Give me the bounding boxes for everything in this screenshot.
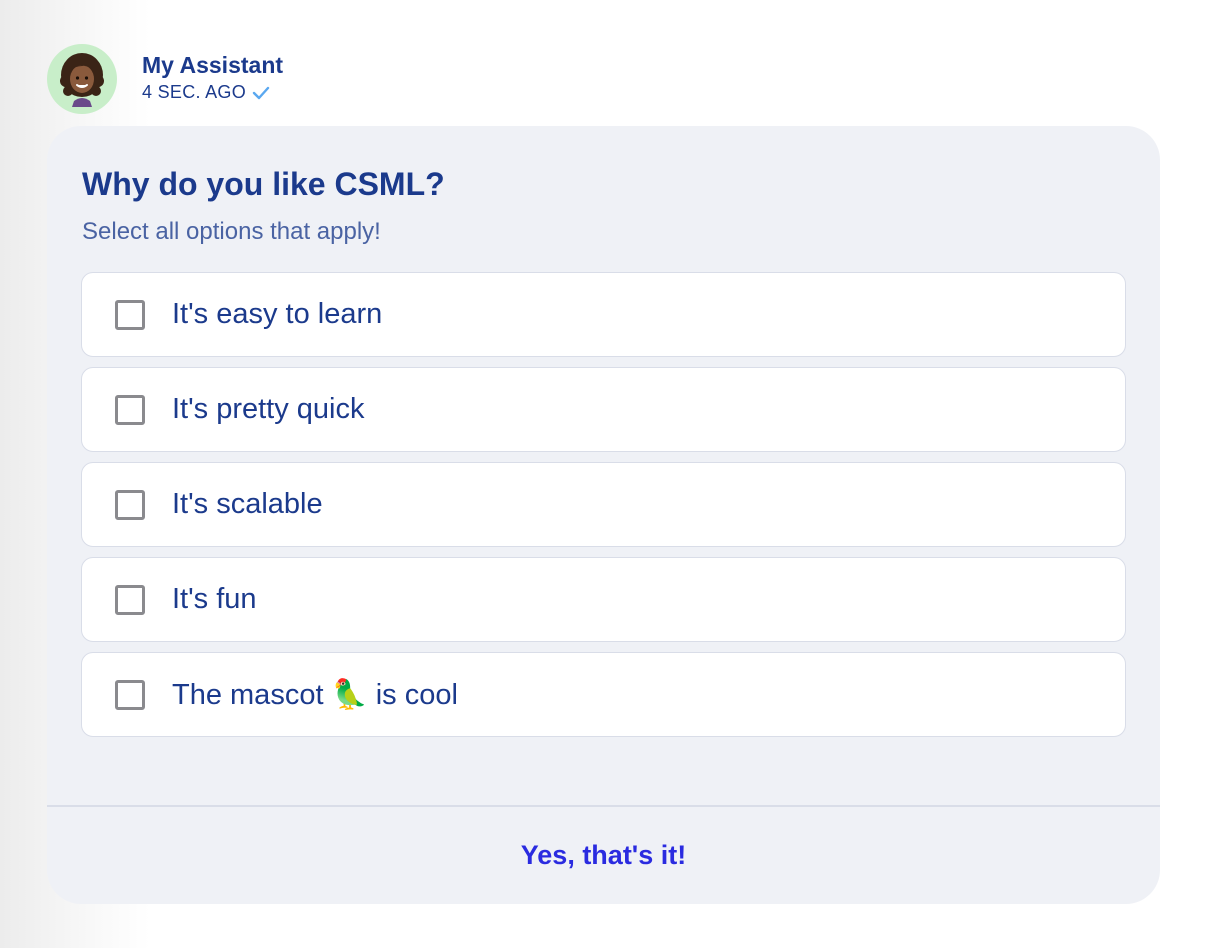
sender-name: My Assistant (142, 52, 284, 78)
message-timestamp: 4 SEC. AGO (142, 82, 283, 103)
checkbox[interactable] (115, 299, 145, 330)
option-label: It's fun (172, 583, 257, 615)
question-subtitle: Select all options that apply! (82, 218, 381, 245)
option-scalable[interactable]: It's scalable (81, 462, 1126, 547)
option-pretty-quick[interactable]: It's pretty quick (81, 367, 1126, 452)
check-icon (252, 86, 270, 99)
option-fun[interactable]: It's fun (81, 557, 1126, 642)
option-easy-to-learn[interactable]: It's easy to learn (81, 272, 1126, 357)
option-label: The mascot 🦜 is cool (172, 678, 458, 711)
timestamp-text: 4 SEC. AGO (142, 82, 247, 102)
option-mascot-cool[interactable]: The mascot 🦜 is cool (81, 652, 1126, 737)
submit-button[interactable]: Yes, that's it! (47, 807, 1160, 904)
avatar (47, 44, 117, 114)
option-label: It's pretty quick (172, 393, 365, 425)
question-card: Why do you like CSML? Select all options… (47, 126, 1160, 904)
question-title: Why do you like CSML? (82, 166, 445, 202)
woman-avatar-icon (60, 53, 104, 107)
checkbox[interactable] (115, 394, 145, 425)
options-list: It's easy to learn It's pretty quick It'… (81, 272, 1126, 747)
checkbox[interactable] (115, 489, 145, 520)
checkbox[interactable] (115, 679, 145, 710)
message-header: My Assistant 4 SEC. AGO (47, 44, 283, 114)
option-label: It's scalable (172, 488, 323, 520)
option-label: It's easy to learn (172, 298, 383, 330)
checkbox[interactable] (115, 584, 145, 615)
